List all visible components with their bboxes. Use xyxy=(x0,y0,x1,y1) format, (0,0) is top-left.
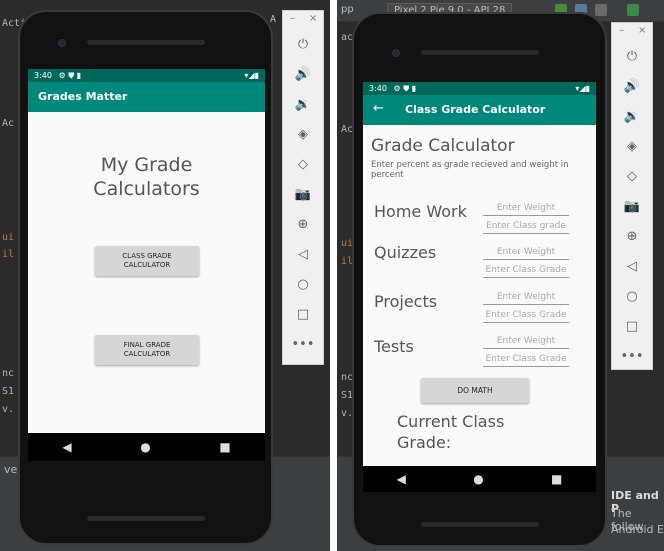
phone-left: 3:40 ⚙ ⛊ ▮ ▾◢▮ Grades Matter My Grade Ca… xyxy=(18,10,273,545)
app-config-label[interactable]: pp xyxy=(341,4,354,15)
nav-back-icon[interactable]: ◀ xyxy=(62,440,71,454)
rotate-left-icon[interactable]: ◈ xyxy=(283,119,323,149)
home-icon[interactable]: ○ xyxy=(612,281,652,311)
status-signal-icons: ▾◢▮ xyxy=(244,71,259,80)
nav-recent-icon[interactable]: ■ xyxy=(219,440,230,454)
overview-icon[interactable]: □ xyxy=(612,311,652,341)
profiler-icon[interactable] xyxy=(595,4,607,16)
app-title: Class Grade Calculator xyxy=(405,103,546,116)
page-title-line1: My Grade xyxy=(100,154,193,176)
back-icon[interactable]: ◁ xyxy=(612,251,652,281)
home-icon[interactable]: ○ xyxy=(283,269,323,299)
back-arrow-icon[interactable]: ← xyxy=(373,101,384,116)
page-heading: Grade Calculator xyxy=(371,136,515,156)
emulator-controls-right: – × ⏻ 🔊 🔉 ◈ ◇ 📷 ⊕ ◁ ○ □ ••• xyxy=(611,22,653,370)
zoom-icon[interactable]: ⊕ xyxy=(283,209,323,239)
screen-right: 3:40 ⚙ ⛊ ▮ ▾◢▮ ← Class Grade Calculator … xyxy=(363,82,596,466)
status-icons: ⚙ ⛊ ▮ xyxy=(393,84,417,93)
status-bar: 3:40 ⚙ ⛊ ▮ ▾◢▮ xyxy=(363,82,596,95)
zoom-icon[interactable]: ⊕ xyxy=(612,221,652,251)
power-icon[interactable]: ⏻ xyxy=(283,29,323,59)
front-camera-icon xyxy=(392,49,400,57)
front-camera-icon xyxy=(58,39,66,47)
ide-snippet: il xyxy=(2,249,15,260)
button-label: FINAL GRADE xyxy=(123,341,171,349)
nav-recent-icon[interactable]: ■ xyxy=(551,472,562,486)
result-label-line1: Current Class xyxy=(397,412,505,431)
button-label: CLASS GRADE xyxy=(122,252,172,260)
camera-icon[interactable]: 📷 xyxy=(283,179,323,209)
phone-right: 3:40 ⚙ ⛊ ▮ ▾◢▮ ← Class Grade Calculator … xyxy=(352,12,607,547)
debug-icon[interactable] xyxy=(627,4,639,16)
page-title-line2: Calculators xyxy=(93,178,200,200)
minimize-icon[interactable]: – xyxy=(290,13,295,24)
row-label: Tests xyxy=(374,337,414,356)
camera-icon[interactable]: 📷 xyxy=(612,191,652,221)
ide-snippet: v. xyxy=(2,404,15,415)
class-grade-calculator-button[interactable]: CLASS GRADE CALCULATOR xyxy=(95,246,199,276)
speaker-grille xyxy=(420,522,539,527)
speaker-grille xyxy=(86,516,205,521)
grade-input[interactable]: Enter Class grade xyxy=(483,218,569,234)
grade-input[interactable]: Enter Class Grade xyxy=(483,307,569,323)
volume-down-icon[interactable]: 🔉 xyxy=(612,101,652,131)
nav-bar: ◀ ● ■ xyxy=(28,433,265,461)
minimize-icon[interactable]: – xyxy=(619,25,624,36)
weight-input[interactable]: Enter Weight xyxy=(483,289,569,305)
row-label: Quizzes xyxy=(374,243,437,262)
overview-icon[interactable]: □ xyxy=(283,299,323,329)
button-label: CALCULATOR xyxy=(123,261,171,269)
status-bar: 3:40 ⚙ ⛊ ▮ ▾◢▮ xyxy=(28,69,265,82)
rotate-right-icon[interactable]: ◇ xyxy=(612,161,652,191)
emulator-controls-left: – × ⏻ 🔊 🔉 ◈ ◇ 📷 ⊕ ◁ ○ □ ••• xyxy=(282,10,324,365)
speaker-grille xyxy=(86,40,205,45)
ide-bottom-line: Android E xyxy=(611,523,664,536)
final-grade-calculator-button[interactable]: FINAL GRADE CALCULATOR xyxy=(95,335,199,365)
volume-down-icon[interactable]: 🔉 xyxy=(283,89,323,119)
ide-snippet: S1 xyxy=(2,386,15,397)
app-bar: ← Class Grade Calculator xyxy=(363,95,596,125)
app-title: Grades Matter xyxy=(38,90,128,103)
weight-input[interactable]: Enter Weight xyxy=(483,200,569,216)
ide-snippet: nc xyxy=(2,368,15,379)
rotate-right-icon[interactable]: ◇ xyxy=(283,149,323,179)
weight-input[interactable]: Enter Weight xyxy=(483,244,569,260)
divider xyxy=(330,0,337,551)
status-signal-icons: ▾◢▮ xyxy=(575,84,590,93)
more-icon[interactable]: ••• xyxy=(612,341,652,371)
row-label: Home Work xyxy=(374,202,467,221)
close-icon[interactable]: × xyxy=(638,25,646,36)
status-icons: ⚙ ⛊ ▮ xyxy=(58,71,82,80)
grade-input[interactable]: Enter Class Grade xyxy=(483,262,569,278)
do-math-button[interactable]: DO MATH xyxy=(421,378,529,403)
rotate-left-icon[interactable]: ◈ xyxy=(612,131,652,161)
ide-snippet: ui xyxy=(2,232,15,243)
more-icon[interactable]: ••• xyxy=(283,329,323,359)
weight-input[interactable]: Enter Weight xyxy=(483,333,569,349)
button-label: CALCULATOR xyxy=(123,350,171,358)
app-bar: Grades Matter xyxy=(28,82,265,112)
nav-home-icon[interactable]: ● xyxy=(140,440,150,454)
ide-tab-text: A xyxy=(270,14,277,25)
row-label: Projects xyxy=(374,292,438,311)
back-icon[interactable]: ◁ xyxy=(283,239,323,269)
screenshot-root: Acti Ac ui il nc S1 v. A ver acti Ac ui … xyxy=(0,0,664,551)
status-time: 3:40 xyxy=(369,84,387,93)
result-label-line2: Grade: xyxy=(397,433,452,452)
volume-up-icon[interactable]: 🔊 xyxy=(283,59,323,89)
power-icon[interactable]: ⏻ xyxy=(612,41,652,71)
ide-snippet: Ac xyxy=(2,118,15,129)
screen-left: 3:40 ⚙ ⛊ ▮ ▾◢▮ Grades Matter My Grade Ca… xyxy=(28,69,265,461)
speaker-grille xyxy=(420,50,539,55)
nav-home-icon[interactable]: ● xyxy=(473,472,483,486)
volume-up-icon[interactable]: 🔊 xyxy=(612,71,652,101)
status-time: 3:40 xyxy=(34,71,52,80)
grade-input[interactable]: Enter Class Grade xyxy=(483,351,569,367)
nav-back-icon[interactable]: ◀ xyxy=(397,472,406,486)
close-icon[interactable]: × xyxy=(309,13,317,24)
nav-bar-right: ◀ ● ■ xyxy=(363,466,596,492)
instructions-text: Enter percent as grade recieved and weig… xyxy=(371,160,569,180)
